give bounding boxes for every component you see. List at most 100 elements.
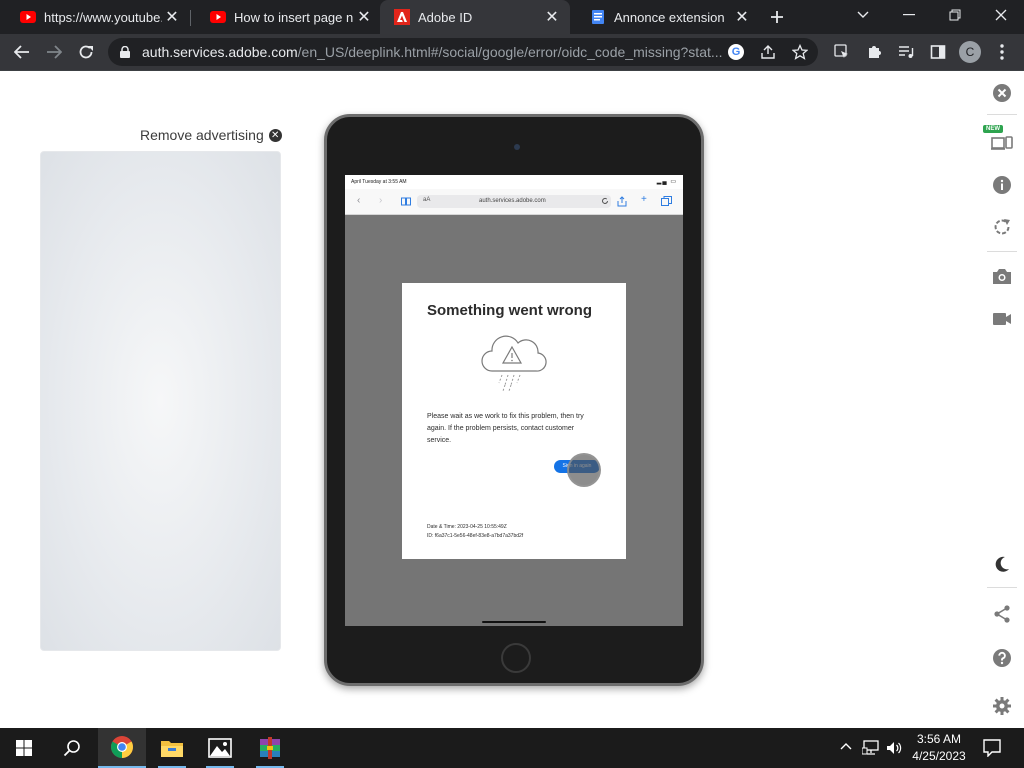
rotate-button[interactable]: [987, 212, 1017, 242]
error-date-time: Date & Time: 2023-04-25 10:55:49Z: [427, 524, 507, 530]
close-window-button[interactable]: [978, 0, 1024, 30]
system-clock[interactable]: 3:56 AM 4/25/2023: [900, 731, 978, 765]
network-icon[interactable]: [862, 740, 880, 756]
google-translate-icon[interactable]: G: [728, 44, 744, 60]
home-button[interactable]: [501, 643, 531, 673]
taskbar-file-explorer[interactable]: [148, 728, 196, 768]
taskbar-chrome[interactable]: [98, 728, 146, 768]
close-tab-icon[interactable]: ✕: [162, 7, 182, 27]
youtube-icon: [20, 11, 36, 23]
close-tab-icon[interactable]: ✕: [354, 7, 374, 27]
address-bar[interactable]: auth.services.adobe.com/en_US/deeplink.h…: [108, 38, 818, 66]
page-content: Remove advertising ✕ April Tuesday at 3:…: [0, 71, 1024, 728]
error-title: Something went wrong: [427, 302, 592, 319]
tab-annonce-extension[interactable]: Annonce extension ✕: [570, 0, 760, 34]
share-icon[interactable]: [760, 44, 776, 60]
screenshot-button[interactable]: [987, 261, 1017, 291]
ipad-device-frame: April Tuesday at 3:55 AM ▂▄ ▭ ‹ › aA aut…: [324, 114, 704, 686]
tab-title: https://www.youtube.co: [44, 9, 162, 25]
avatar: C: [959, 41, 981, 63]
more-vert-icon: [1000, 44, 1004, 60]
minimize-button[interactable]: [886, 0, 932, 30]
tabs-icon[interactable]: [661, 196, 672, 206]
help-icon: [993, 649, 1011, 667]
record-video-button[interactable]: [987, 304, 1017, 334]
arrow-left-icon: [14, 45, 29, 59]
search-button[interactable]: [48, 728, 96, 768]
extension-button[interactable]: [828, 38, 856, 66]
restore-icon: [949, 9, 961, 21]
close-icon: [995, 9, 1007, 21]
safari-forward-icon[interactable]: ›: [379, 195, 382, 206]
side-panel-button[interactable]: [924, 38, 952, 66]
rail-divider: [987, 251, 1017, 252]
reload-icon: [79, 45, 93, 59]
rotate-icon: [994, 219, 1010, 235]
close-tab-icon[interactable]: ✕: [732, 7, 752, 27]
device-select-button[interactable]: [987, 126, 1017, 156]
settings-button[interactable]: [987, 691, 1017, 721]
start-button[interactable]: [0, 728, 48, 768]
clock-time: 3:56 AM: [916, 732, 962, 746]
taskbar-photos[interactable]: [196, 728, 244, 768]
safari-address-bar[interactable]: aA auth.services.adobe.com: [417, 195, 611, 208]
side-panel-icon: [930, 45, 946, 59]
windows-taskbar: 3:56 AM 4/25/2023: [0, 728, 1024, 768]
reload-button[interactable]: [72, 38, 100, 66]
media-control-button[interactable]: [892, 38, 920, 66]
ipad-screen: April Tuesday at 3:55 AM ▂▄ ▭ ‹ › aA aut…: [345, 175, 683, 626]
windows-logo-icon: [16, 740, 32, 756]
new-tab-button[interactable]: [762, 2, 792, 32]
home-indicator-bar: [482, 621, 546, 623]
text-size-label: aA: [423, 197, 431, 203]
chrome-menu-button[interactable]: [988, 38, 1016, 66]
devices-icon: [991, 136, 1013, 150]
reload-icon[interactable]: [601, 197, 609, 205]
profile-button[interactable]: C: [956, 38, 984, 66]
help-button[interactable]: [987, 643, 1017, 673]
close-circle-icon: [993, 84, 1011, 102]
tab-adobe-id[interactable]: Adobe ID ✕: [380, 0, 570, 34]
tab-title: Annonce extension: [614, 9, 725, 25]
book-icon[interactable]: [401, 197, 411, 206]
dark-mode-button[interactable]: [987, 549, 1017, 579]
tab-search-button[interactable]: [840, 0, 886, 30]
browser-tab-strip: https://www.youtube.co ✕ How to insert p…: [0, 0, 1024, 34]
notifications-icon[interactable]: [983, 739, 1001, 757]
tab-youtube[interactable]: https://www.youtube.co ✕: [0, 0, 190, 34]
forward-button[interactable]: [40, 38, 68, 66]
restore-button[interactable]: [932, 0, 978, 30]
arrow-right-icon: [47, 45, 62, 59]
photos-icon: [208, 738, 232, 758]
clock-date: 4/25/2023: [912, 749, 966, 763]
back-button[interactable]: [8, 38, 36, 66]
close-tab-icon[interactable]: ✕: [542, 7, 562, 27]
error-message: Please wait as we work to fix this probl…: [427, 413, 584, 444]
close-emulator-button[interactable]: [987, 78, 1017, 108]
browser-toolbar: auth.services.adobe.com/en_US/deeplink.h…: [0, 34, 1024, 71]
camera-dot: [514, 144, 520, 150]
chevron-up-icon[interactable]: [840, 742, 852, 750]
moon-icon: [995, 556, 1009, 572]
close-circle-icon: ✕: [268, 128, 282, 142]
plus-icon: [771, 11, 783, 23]
share-button[interactable]: [987, 599, 1017, 629]
battery-signal-icon: ▂▄ ▭: [656, 179, 677, 185]
bookmark-star-icon[interactable]: [792, 44, 808, 60]
taskbar-winrar[interactable]: [246, 728, 294, 768]
safari-back-icon[interactable]: ‹: [357, 195, 360, 206]
info-button[interactable]: [987, 170, 1017, 200]
remove-advertising-link[interactable]: Remove advertising ✕: [140, 127, 282, 143]
new-tab-plus-icon[interactable]: +: [641, 194, 647, 205]
share-icon[interactable]: [617, 196, 627, 207]
lock-icon: [120, 46, 130, 58]
url-text: auth.services.adobe.com/en_US/deeplink.h…: [142, 44, 722, 60]
gear-icon: [993, 697, 1011, 715]
youtube-icon: [210, 11, 226, 23]
extensions-menu-button[interactable]: [860, 38, 888, 66]
remove-advertising-label: Remove advertising: [140, 127, 264, 143]
cloud-warning-icon: [481, 335, 547, 392]
chrome-icon: [111, 736, 133, 758]
tab-how-to-insert[interactable]: How to insert page num ✕: [190, 0, 382, 34]
puzzle-icon: [869, 46, 881, 58]
